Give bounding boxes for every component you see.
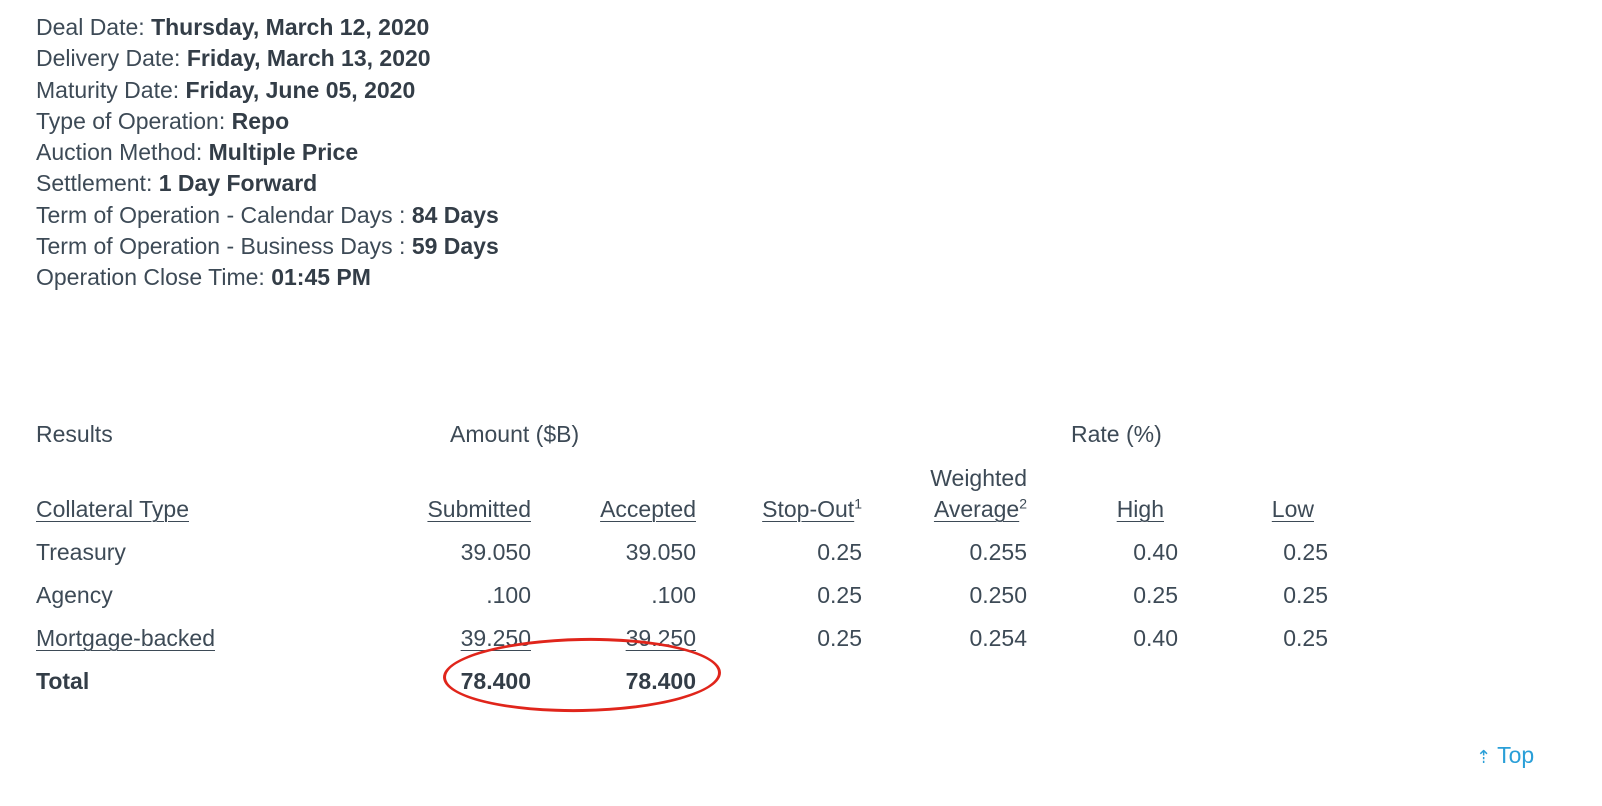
column-header-weighted-line1: Weighted <box>930 465 1027 491</box>
arrow-up-icon: ⇡ <box>1476 747 1492 767</box>
row-agency-weighted: 0.250 <box>969 582 1027 608</box>
total-accepted: 78.400 <box>625 668 696 694</box>
row-treasury-high: 0.40 <box>1133 539 1178 565</box>
row-mortgage-backed-accepted-link[interactable]: 39.250 <box>626 624 696 652</box>
rate-group-header: Rate (%) <box>1071 421 1162 447</box>
stop-out-link[interactable]: Stop-Out <box>762 496 854 522</box>
row-agency-accepted: .100 <box>651 582 696 608</box>
column-header-stop-out: Stop-Out1 <box>762 495 862 523</box>
row-treasury-accepted: 39.050 <box>625 539 696 565</box>
column-header-high[interactable]: High <box>1117 495 1164 523</box>
weighted-average-footnote[interactable]: 2 <box>1019 495 1027 511</box>
column-header-low[interactable]: Low <box>1272 495 1314 523</box>
row-agency-high: 0.25 <box>1133 582 1178 608</box>
row-treasury-type: Treasury <box>36 539 126 565</box>
row-treasury-weighted: 0.255 <box>969 539 1027 565</box>
page: Deal Date: Thursday, March 12, 2020 Deli… <box>0 0 1602 806</box>
column-header-accepted[interactable]: Accepted <box>600 495 696 523</box>
column-header-collateral-type[interactable]: Collateral Type <box>36 495 189 523</box>
row-agency-low: 0.25 <box>1283 582 1328 608</box>
row-mortgage-backed-high: 0.40 <box>1133 625 1178 651</box>
amount-group-header: Amount ($B) <box>450 421 580 447</box>
stop-out-footnote[interactable]: 1 <box>854 495 862 511</box>
total-submitted: 78.400 <box>460 668 531 694</box>
row-treasury-submitted: 39.050 <box>460 539 531 565</box>
row-mortgage-backed-weighted: 0.254 <box>969 625 1027 651</box>
row-treasury-stop-out: 0.25 <box>817 539 862 565</box>
column-header-weighted-average: Average2 <box>934 495 1027 523</box>
row-mortgage-backed-stop-out: 0.25 <box>817 625 862 651</box>
row-agency-stop-out: 0.25 <box>817 582 862 608</box>
column-header-submitted[interactable]: Submitted <box>427 495 531 523</box>
weighted-average-link[interactable]: Average <box>934 496 1019 522</box>
results-label: Results <box>36 421 113 447</box>
back-to-top-link[interactable]: ⇡ Top <box>1476 742 1534 769</box>
row-treasury-low: 0.25 <box>1283 539 1328 565</box>
results-table: Results Amount ($B) Rate (%) Collateral … <box>0 0 1602 806</box>
back-to-top-label: Top <box>1497 742 1535 768</box>
row-mortgage-backed-submitted-link[interactable]: 39.250 <box>461 624 531 652</box>
total-label: Total <box>36 668 90 694</box>
row-agency-submitted: .100 <box>486 582 531 608</box>
row-mortgage-backed-low: 0.25 <box>1283 625 1328 651</box>
row-mortgage-backed-type-link[interactable]: Mortgage-backed <box>36 624 215 652</box>
row-agency-type: Agency <box>36 582 113 608</box>
